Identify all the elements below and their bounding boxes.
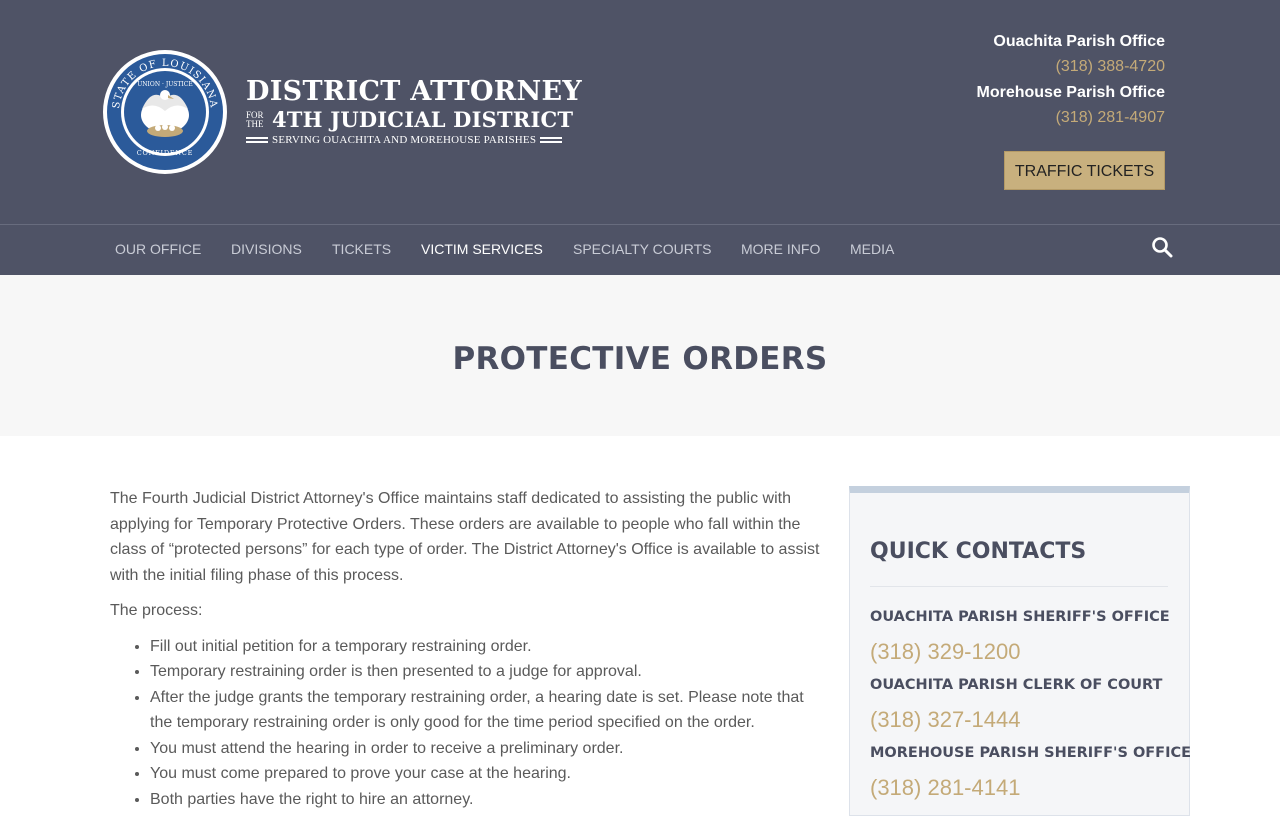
office-phone-ouachita[interactable]: (318) 388-4720 <box>977 57 1165 83</box>
nav-item-divisions[interactable]: DIVISIONS <box>231 241 302 257</box>
brand-bars-right <box>540 137 563 143</box>
seal-text-inner: UNION · JUSTICE <box>137 81 192 88</box>
brand-the: THE <box>246 119 264 129</box>
contact-phone-ouachita-sheriff[interactable]: (318) 329-1200 <box>870 639 1020 665</box>
site-header: STATE OF LOUISIANA UNION · JUSTICE CONFI… <box>0 0 1280 224</box>
quick-contacts-divider <box>870 586 1168 587</box>
site-brand[interactable]: DISTRICT ATTORNEY FOR THE 4TH JUDICIAL D… <box>246 76 606 146</box>
main-nav: OUR OFFICE DIVISIONS TICKETS VICTIM SERV… <box>0 224 1280 275</box>
nav-item-media[interactable]: MEDIA <box>850 241 894 257</box>
office-name-morehouse: Morehouse Parish Office <box>976 84 1166 101</box>
list-item: You must come prepared to prove your cas… <box>150 761 830 787</box>
main-content: The Fourth Judicial District Attorney's … <box>110 486 830 812</box>
intro-paragraph: The Fourth Judicial District Attorney's … <box>110 490 820 584</box>
nav-item-victim-services[interactable]: VICTIM SERVICES <box>421 241 543 257</box>
list-item: Both parties have the right to hire an a… <box>150 787 830 813</box>
brand-for-the: FOR THE <box>246 111 268 129</box>
brand-tagline: SERVING OUACHITA AND MOREHOUSE PARISHES <box>272 134 537 146</box>
page-title: PROTECTIVE ORDERS <box>452 341 828 377</box>
contact-name-morehouse-sheriff: MOREHOUSE PARISH SHERIFF'S OFFICE <box>870 745 1192 761</box>
nav-item-more-info[interactable]: MORE INFO <box>741 241 820 257</box>
quick-contacts-title: QUICK CONTACTS <box>870 539 1087 564</box>
list-item: After the judge grants the temporary res… <box>150 685 830 736</box>
office-name-ouachita: Ouachita Parish Office <box>993 33 1165 50</box>
process-steps: Fill out initial petition for a temporar… <box>110 634 830 813</box>
list-item: Fill out initial petition for a temporar… <box>150 634 830 660</box>
brand-title: DISTRICT ATTORNEY <box>246 76 582 107</box>
louisiana-seal-logo[interactable]: STATE OF LOUISIANA UNION · JUSTICE CONFI… <box>102 49 228 175</box>
nav-item-tickets[interactable]: TICKETS <box>332 241 391 257</box>
seal-text-bottom: CONFIDENCE <box>137 149 193 157</box>
brand-district: 4TH JUDICIAL DISTRICT <box>272 107 574 132</box>
search-icon[interactable] <box>1151 236 1173 258</box>
process-label: The process: <box>110 602 203 619</box>
contact-phone-ouachita-clerk[interactable]: (318) 327-1444 <box>870 707 1020 733</box>
quick-contacts-panel: QUICK CONTACTS OUACHITA PARISH SHERIFF'S… <box>849 486 1192 816</box>
office-contacts: Ouachita Parish Office (318) 388-4720 Mo… <box>977 32 1166 134</box>
nav-item-our-office[interactable]: OUR OFFICE <box>115 241 201 257</box>
list-item: Temporary restraining order is then pres… <box>150 659 830 685</box>
contact-name-ouachita-sheriff: OUACHITA PARISH SHERIFF'S OFFICE <box>870 609 1170 625</box>
list-item: You must attend the hearing in order to … <box>150 736 830 762</box>
traffic-tickets-button[interactable]: TRAFFIC TICKETS <box>1004 151 1165 190</box>
contact-name-ouachita-clerk: OUACHITA PARISH CLERK OF COURT <box>870 677 1163 693</box>
office-phone-morehouse[interactable]: (318) 281-4907 <box>977 108 1165 134</box>
brand-bars-left <box>246 137 268 143</box>
nav-item-specialty-courts[interactable]: SPECIALTY COURTS <box>573 241 711 257</box>
page-title-banner: PROTECTIVE ORDERS <box>0 275 1280 436</box>
contact-phone-morehouse-sheriff[interactable]: (318) 281-4141 <box>870 775 1020 801</box>
